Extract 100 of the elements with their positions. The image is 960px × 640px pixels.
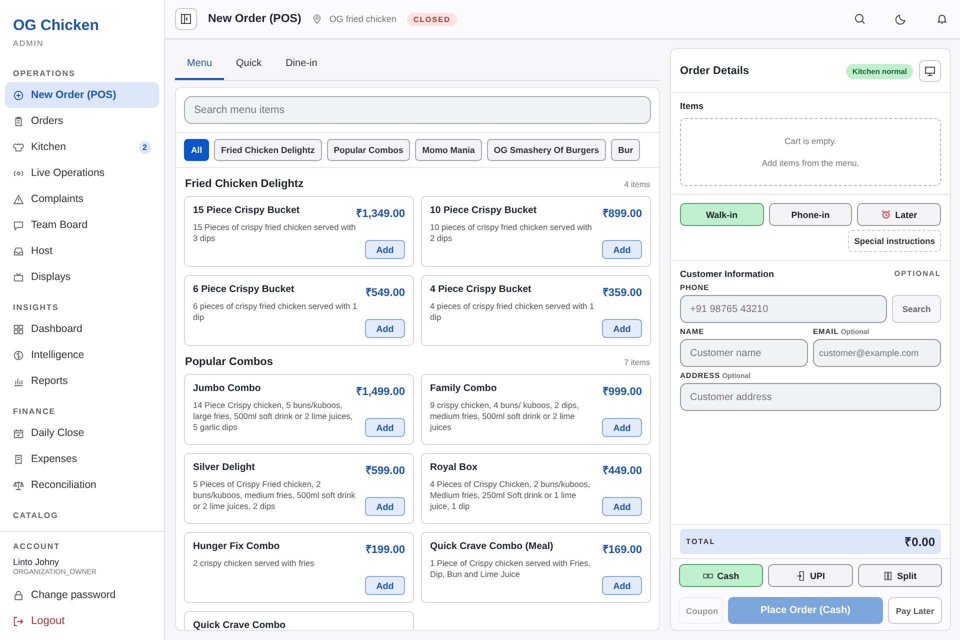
order-type-button[interactable]: Later [857, 203, 942, 226]
item-name: 10 Piece Crispy Bucket [430, 205, 537, 218]
menu-item-card[interactable]: 4 Piece Crispy Bucket ₹359.00 4 pieces of crispy fried chicken served with 1 dip Add [421, 275, 651, 346]
menu-item-card[interactable]: 15 Piece Crispy Bucket ₹1,349.00 15 Pieces of crispy fried chicken served with 3 dips Add [184, 196, 414, 267]
section-heading: INSIGHTS [12, 302, 60, 314]
phone-field[interactable]: +91 98765 43210 [680, 295, 887, 323]
item-name: Silver Delight [193, 462, 255, 475]
menu-item-card[interactable]: Royal Box ₹449.00 4 Pieces of Crispy Chicken, 2 buns/kuboos, Medium fries, 250ml Soft drink or 1 lime juice, 1 dip Add [421, 453, 651, 524]
grid-icon [13, 324, 24, 334]
chef-hat-icon [13, 142, 24, 152]
item-description: 4 Pieces of Crispy Chicken, 2 buns/kuboos, Medium fries, 250ml Soft drink or 1 lime juice, 1 dip [430, 479, 592, 513]
logout-link[interactable]: Logout [5, 608, 159, 634]
brand-name: OG Chicken [13, 17, 100, 34]
tab[interactable]: Quick [224, 48, 274, 80]
menu-item-card[interactable]: Hunger Fix Combo ₹199.00 2 crispy chicken served with fries Add [184, 532, 414, 603]
sidebar-item[interactable]: Expenses [5, 446, 159, 472]
search-field[interactable]: Search menu items [184, 96, 651, 124]
item-description: 6 pieces of crispy fried chicken served with 1 dip [193, 301, 358, 324]
search-icon[interactable] [854, 13, 866, 25]
address-field[interactable]: Customer address [680, 383, 941, 411]
menu-item-card[interactable]: 6 Piece Crispy Bucket ₹549.00 6 pieces of crispy fried chicken served with 1 dip Add [184, 275, 414, 346]
search-button[interactable]: Search [892, 295, 941, 323]
count-badge: 2 [138, 140, 151, 154]
receipt-icon [13, 454, 24, 464]
item-count: 7 items [624, 358, 650, 367]
name-field[interactable]: Customer name [680, 339, 808, 367]
item-price: ₹1,349.00 [356, 207, 405, 220]
empty-cart-hint: Add items from the menu. [762, 158, 860, 168]
category-chip[interactable]: All [184, 139, 210, 161]
menu-item-card[interactable]: 10 Piece Crispy Bucket ₹899.00 10 pieces of crispy fried chicken served with 2 dips Add [421, 196, 651, 267]
menu-item-card[interactable]: Family Combo ₹999.00 9 crispy chicken, 4 buns/ kuboos, 2 dips, medium fries, 500ml soft drink or 2 lime juices Add [421, 374, 651, 445]
payment-method-button[interactable]: Split [858, 564, 942, 587]
item-price: ₹549.00 [365, 286, 405, 299]
items-heading: Items [680, 101, 705, 111]
sidebar-toggle-button[interactable] [175, 8, 197, 30]
panel-title: Order Details [680, 65, 750, 77]
display-button[interactable] [919, 60, 941, 82]
item-price: ₹359.00 [602, 286, 642, 299]
chat-icon [13, 220, 24, 230]
item-price: ₹1,499.00 [356, 385, 405, 398]
order-type-button[interactable]: Phone-in [768, 203, 852, 226]
add-button[interactable]: Add [365, 319, 405, 338]
alarm-clock-icon [881, 210, 892, 220]
payment-method-button[interactable]: UPI [768, 564, 853, 587]
section-heading: CATALOG [12, 510, 60, 522]
category-chip[interactable]: Bur [611, 139, 640, 161]
item-price: ₹199.00 [365, 543, 405, 556]
payment-method-button[interactable]: Cash [679, 564, 764, 587]
email-field[interactable]: customer@example.com [813, 339, 941, 367]
item-name: Royal Box [430, 462, 478, 475]
sidebar-item[interactable]: Host [5, 238, 159, 264]
item-price: ₹599.00 [365, 464, 405, 477]
tab[interactable]: Menu [175, 48, 224, 80]
sidebar-item[interactable]: Intelligence [5, 342, 159, 368]
add-button[interactable]: Add [602, 319, 642, 338]
section-title: Popular Combos [185, 356, 274, 368]
item-count: 4 items [624, 180, 650, 189]
pay-later-button[interactable]: Pay Later [888, 597, 942, 624]
menu-item-card[interactable]: Quick Crave Combo (Meal) ₹169.00 1 Piece of Crispy chicken served with Fries, Dip, Bun and Lime Juice Add [421, 532, 651, 603]
sidebar-item[interactable]: Live Operations [5, 160, 159, 186]
sidebar-item[interactable]: Complaints [5, 186, 159, 212]
add-button[interactable]: Add [365, 418, 405, 437]
add-button[interactable]: Add [602, 497, 642, 516]
add-button[interactable]: Add [602, 576, 642, 595]
item-description: 1 Piece of Crispy chicken served with Fries, Dip, Bun and Lime Juice [430, 558, 592, 580]
change-password-link[interactable]: Change password [5, 582, 159, 608]
sidebar-item[interactable]: Dashboard [5, 316, 159, 342]
add-button[interactable]: Add [365, 240, 405, 259]
item-description: 15 Pieces of crispy fried chicken served with 3 dips [193, 222, 357, 244]
sidebar-item[interactable]: Orders [5, 108, 159, 134]
sidebar-item[interactable]: Kitchen 2 [5, 134, 159, 160]
item-description: 2 crispy chicken served with fries [193, 558, 314, 570]
item-description: 5 Pieces of Crispy Fried chicken, 2 buns/kuboos, medium fries, 500ml soft drink or 2 lime juices, 2 dips [193, 479, 356, 513]
category-chip[interactable]: OG Smashery Of Burgers [486, 139, 606, 161]
bell-icon[interactable] [936, 13, 948, 25]
customer-heading: Customer Information [680, 269, 774, 279]
category-chip[interactable]: Fried Chicken Delightz [214, 139, 322, 161]
add-button[interactable]: Add [602, 240, 642, 259]
category-chip[interactable]: Momo Mania [415, 139, 482, 161]
tab[interactable]: Dine-in [274, 48, 330, 80]
menu-item-card[interactable]: Quick Crave Combo [184, 611, 414, 630]
sidebar-item[interactable]: Team Board [5, 212, 159, 238]
scale-icon [13, 480, 24, 490]
moon-icon[interactable] [895, 13, 907, 25]
sidebar-item[interactable]: Daily Close [5, 420, 159, 446]
sidebar-item[interactable]: Displays [5, 264, 159, 290]
page-title: New Order (POS) [208, 13, 302, 25]
add-button[interactable]: Add [365, 497, 405, 516]
sidebar-item[interactable]: New Order (POS) [5, 82, 159, 108]
category-chip[interactable]: Popular Combos [326, 139, 410, 161]
sidebar-item[interactable]: Reports [5, 368, 159, 394]
tv-icon [13, 272, 24, 282]
add-button[interactable]: Add [602, 418, 642, 437]
user-name: Linto Johny [12, 556, 60, 569]
menu-item-card[interactable]: Silver Delight ₹599.00 5 Pieces of Crispy Fried chicken, 2 buns/kuboos, medium fries, 500ml soft drink or 2 lime juices, 2 dips Add [184, 453, 414, 524]
special-instructions-button[interactable]: Special instructions [848, 230, 941, 252]
add-button[interactable]: Add [365, 576, 405, 595]
sidebar-item[interactable]: Reconciliation [5, 472, 159, 498]
menu-item-card[interactable]: Jumbo Combo ₹1,499.00 14 Piece Crispy chicken, 5 buns/kuboos, large fries, 500ml soft drink or 2 lime juices, 5 garlic dips Add [184, 374, 414, 445]
order-type-button[interactable]: Walk-in [680, 203, 764, 226]
